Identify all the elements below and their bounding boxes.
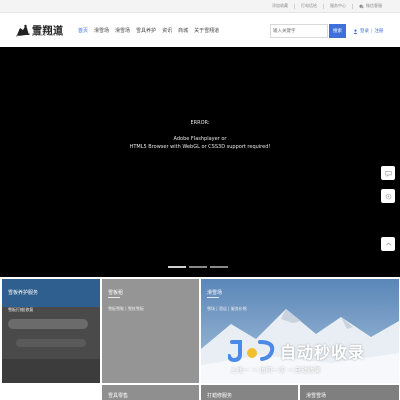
- call-link[interactable]: 打电话给: [301, 3, 317, 9]
- tile-title: 打蜡修服务: [207, 393, 233, 399]
- tile-divider: [108, 297, 120, 298]
- top-utility-bar: 添加收藏 打电话给 服务中心 微信客服: [0, 0, 400, 13]
- tile-subtitle: 雪板雪鞋 | 雪杖雪板: [108, 306, 144, 311]
- divider: [294, 3, 295, 9]
- contact-float-button[interactable]: [381, 166, 395, 180]
- nav-shop[interactable]: 商城: [178, 27, 188, 34]
- nav-ski-resort-2[interactable]: 滑雪场: [115, 27, 130, 34]
- tile-board-rental[interactable]: 雪板租 雪板雪鞋 | 雪杖雪板: [102, 279, 199, 383]
- nav-gear-care[interactable]: 雪具养护: [136, 27, 156, 34]
- qrcode-icon: [385, 193, 391, 199]
- watermark-overlay: 自动秒收录 上线一 → 访问一次 → 自动收录: [228, 338, 388, 376]
- tile-divider: [207, 297, 219, 298]
- slide-dot-1[interactable]: [168, 266, 186, 268]
- slide-dot-2[interactable]: [189, 266, 207, 268]
- site-header: 雪翔道 ENGLE SKIING 首页 滑雪场 滑雪场 雪具养护 资讯 商城 关…: [0, 13, 400, 47]
- divider: [352, 3, 353, 9]
- arrow-up-icon: [385, 242, 391, 245]
- login-link[interactable]: 登录: [360, 28, 369, 34]
- tile-title: 滑雪场: [207, 290, 223, 296]
- player-error-message: ERROR: Adobe Flashplayer or HTML5 Browse…: [0, 119, 400, 151]
- nav-about[interactable]: 关于雪翔道: [194, 27, 219, 34]
- tile-subtitle: 雪板打蜡|修复: [8, 307, 34, 312]
- tile-title: 雪板养护服务: [8, 290, 39, 296]
- register-link[interactable]: 注册: [375, 28, 384, 34]
- slide-dot-3[interactable]: [210, 266, 228, 268]
- nav-news[interactable]: 资讯: [162, 27, 172, 34]
- tile-waxing-service[interactable]: 打蜡修服务: [201, 385, 298, 400]
- search-box: [270, 24, 328, 38]
- tile-title: 雪具零售: [108, 393, 129, 399]
- logo-subtext: ENGLE SKIING: [32, 33, 64, 37]
- divider: [323, 3, 324, 9]
- error-line-2: HTML5 Browser with WebGL or CSS3D suppor…: [129, 144, 271, 150]
- wechat-icon: [359, 4, 364, 8]
- slide-indicators: [168, 266, 228, 268]
- watermark-logo-icon: [228, 340, 275, 362]
- nav-ski-resort[interactable]: 滑雪场: [94, 27, 109, 34]
- error-title: ERROR:: [190, 120, 210, 126]
- watermark-subtext: 上线一 → 访问一次 → 自动收录: [230, 366, 321, 374]
- wechat-link[interactable]: 微信客服: [359, 3, 382, 9]
- tile-subtitle: 雪场 | 酒店 | 服务价格: [207, 306, 247, 311]
- tile-title: 滑雪雪场: [306, 393, 327, 399]
- tile-board-care[interactable]: 雪板养护服务 雪板打蜡|修复: [2, 279, 100, 383]
- tile-title: 雪板租: [108, 290, 124, 296]
- tile-ski-field[interactable]: 滑雪雪场: [300, 385, 399, 400]
- top-links: 添加收藏 打电话给 服务中心 微信客服: [272, 3, 382, 9]
- nav-home[interactable]: 首页: [78, 27, 88, 34]
- skier-logo-icon: [16, 24, 30, 37]
- back-to-top-button[interactable]: [381, 237, 395, 251]
- chat-bubble-icon: [384, 170, 392, 177]
- auth-separator: |: [371, 28, 373, 34]
- user-icon: [353, 29, 358, 34]
- main-nav: 首页 滑雪场 滑雪场 雪具养护 资讯 商城 关于雪翔道: [78, 27, 219, 34]
- service-center-link[interactable]: 服务中心: [330, 3, 346, 9]
- site-logo[interactable]: 雪翔道 ENGLE SKIING: [16, 22, 76, 39]
- error-line-1: Adobe Flashplayer or: [173, 136, 227, 142]
- search-button[interactable]: 搜索: [329, 24, 346, 38]
- tile-gear-retail[interactable]: 雪具零售: [102, 385, 199, 400]
- wechat-label: 微信客服: [366, 3, 382, 8]
- wechat-float-button[interactable]: [381, 189, 395, 203]
- add-favorite-link[interactable]: 添加收藏: [272, 3, 288, 9]
- watermark-text: 自动秒收录: [280, 343, 366, 362]
- hero-panorama[interactable]: ERROR: Adobe Flashplayer or HTML5 Browse…: [0, 47, 400, 277]
- auth-links: 登录 | 注册: [353, 28, 384, 34]
- search-input[interactable]: [273, 26, 327, 36]
